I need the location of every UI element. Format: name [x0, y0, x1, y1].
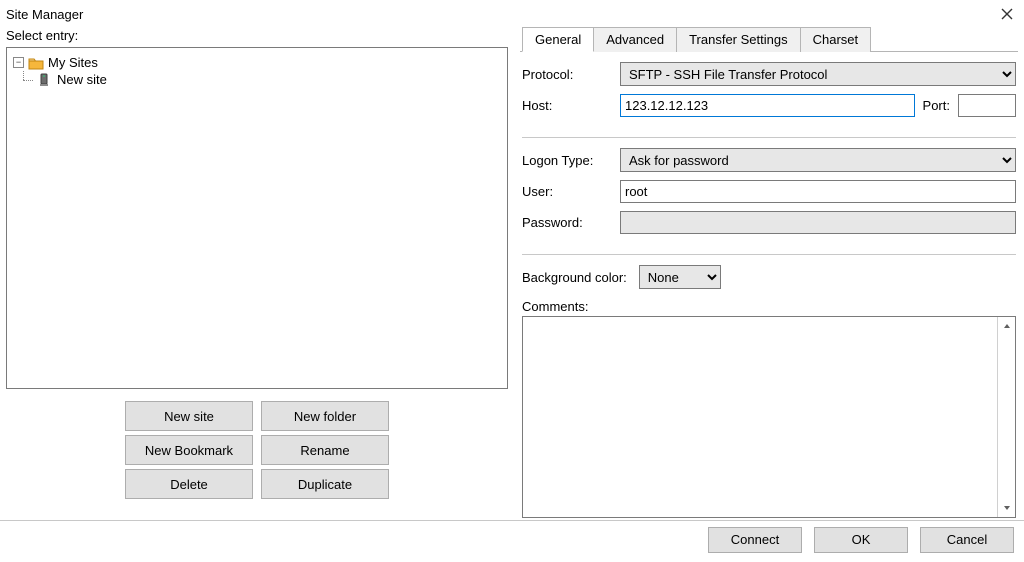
general-pane: Protocol: SFTP - SSH File Transfer Proto… — [520, 52, 1018, 520]
host-input[interactable] — [620, 94, 915, 117]
protocol-select[interactable]: SFTP - SSH File Transfer Protocol — [620, 62, 1016, 86]
separator — [522, 137, 1016, 138]
tree-root-label: My Sites — [48, 55, 98, 70]
user-label: User: — [522, 184, 612, 199]
new-site-button[interactable]: New site — [125, 401, 253, 431]
footer: Connect OK Cancel — [0, 520, 1024, 558]
new-bookmark-button[interactable]: New Bookmark — [125, 435, 253, 465]
tab-general[interactable]: General — [522, 27, 594, 52]
scroll-up-icon[interactable] — [998, 317, 1015, 335]
password-input — [620, 211, 1016, 234]
port-label: Port: — [923, 98, 950, 113]
tab-transfer-settings[interactable]: Transfer Settings — [676, 27, 801, 52]
tab-charset[interactable]: Charset — [800, 27, 872, 52]
logon-type-select[interactable]: Ask for password — [620, 148, 1016, 172]
tab-bar: General Advanced Transfer Settings Chars… — [520, 26, 1018, 52]
folder-icon — [28, 56, 44, 70]
tree-child-label: New site — [57, 72, 107, 87]
rename-button[interactable]: Rename — [261, 435, 389, 465]
window-title: Site Manager — [6, 7, 83, 22]
cancel-button[interactable]: Cancel — [920, 527, 1014, 553]
comments-textarea[interactable] — [522, 316, 1016, 518]
tree-child-row[interactable]: New site — [11, 71, 503, 88]
duplicate-button[interactable]: Duplicate — [261, 469, 389, 499]
user-input[interactable] — [620, 180, 1016, 203]
background-color-select[interactable]: None — [639, 265, 721, 289]
site-tree[interactable]: − My Sites New site — [6, 47, 508, 389]
scroll-down-icon[interactable] — [998, 499, 1015, 517]
comments-label: Comments: — [522, 299, 1016, 314]
tab-advanced[interactable]: Advanced — [593, 27, 677, 52]
new-folder-button[interactable]: New folder — [261, 401, 389, 431]
left-panel: Select entry: − My Sites New site New si… — [6, 26, 508, 520]
entry-buttons: New site New folder New Bookmark Rename … — [125, 401, 389, 499]
close-icon[interactable] — [998, 5, 1016, 23]
delete-button[interactable]: Delete — [125, 469, 253, 499]
titlebar: Site Manager — [0, 0, 1024, 26]
scrollbar[interactable] — [997, 317, 1015, 517]
password-label: Password: — [522, 215, 612, 230]
right-panel: General Advanced Transfer Settings Chars… — [520, 26, 1018, 520]
server-icon — [37, 73, 53, 87]
port-input[interactable] — [958, 94, 1016, 117]
protocol-label: Protocol: — [522, 67, 612, 82]
ok-button[interactable]: OK — [814, 527, 908, 553]
logon-type-label: Logon Type: — [522, 153, 612, 168]
tree-root-row[interactable]: − My Sites — [11, 54, 503, 71]
background-color-label: Background color: — [522, 270, 627, 285]
collapse-icon[interactable]: − — [13, 57, 24, 68]
select-entry-label: Select entry: — [6, 26, 508, 47]
connect-button[interactable]: Connect — [708, 527, 802, 553]
host-label: Host: — [522, 98, 612, 113]
separator-2 — [522, 254, 1016, 255]
